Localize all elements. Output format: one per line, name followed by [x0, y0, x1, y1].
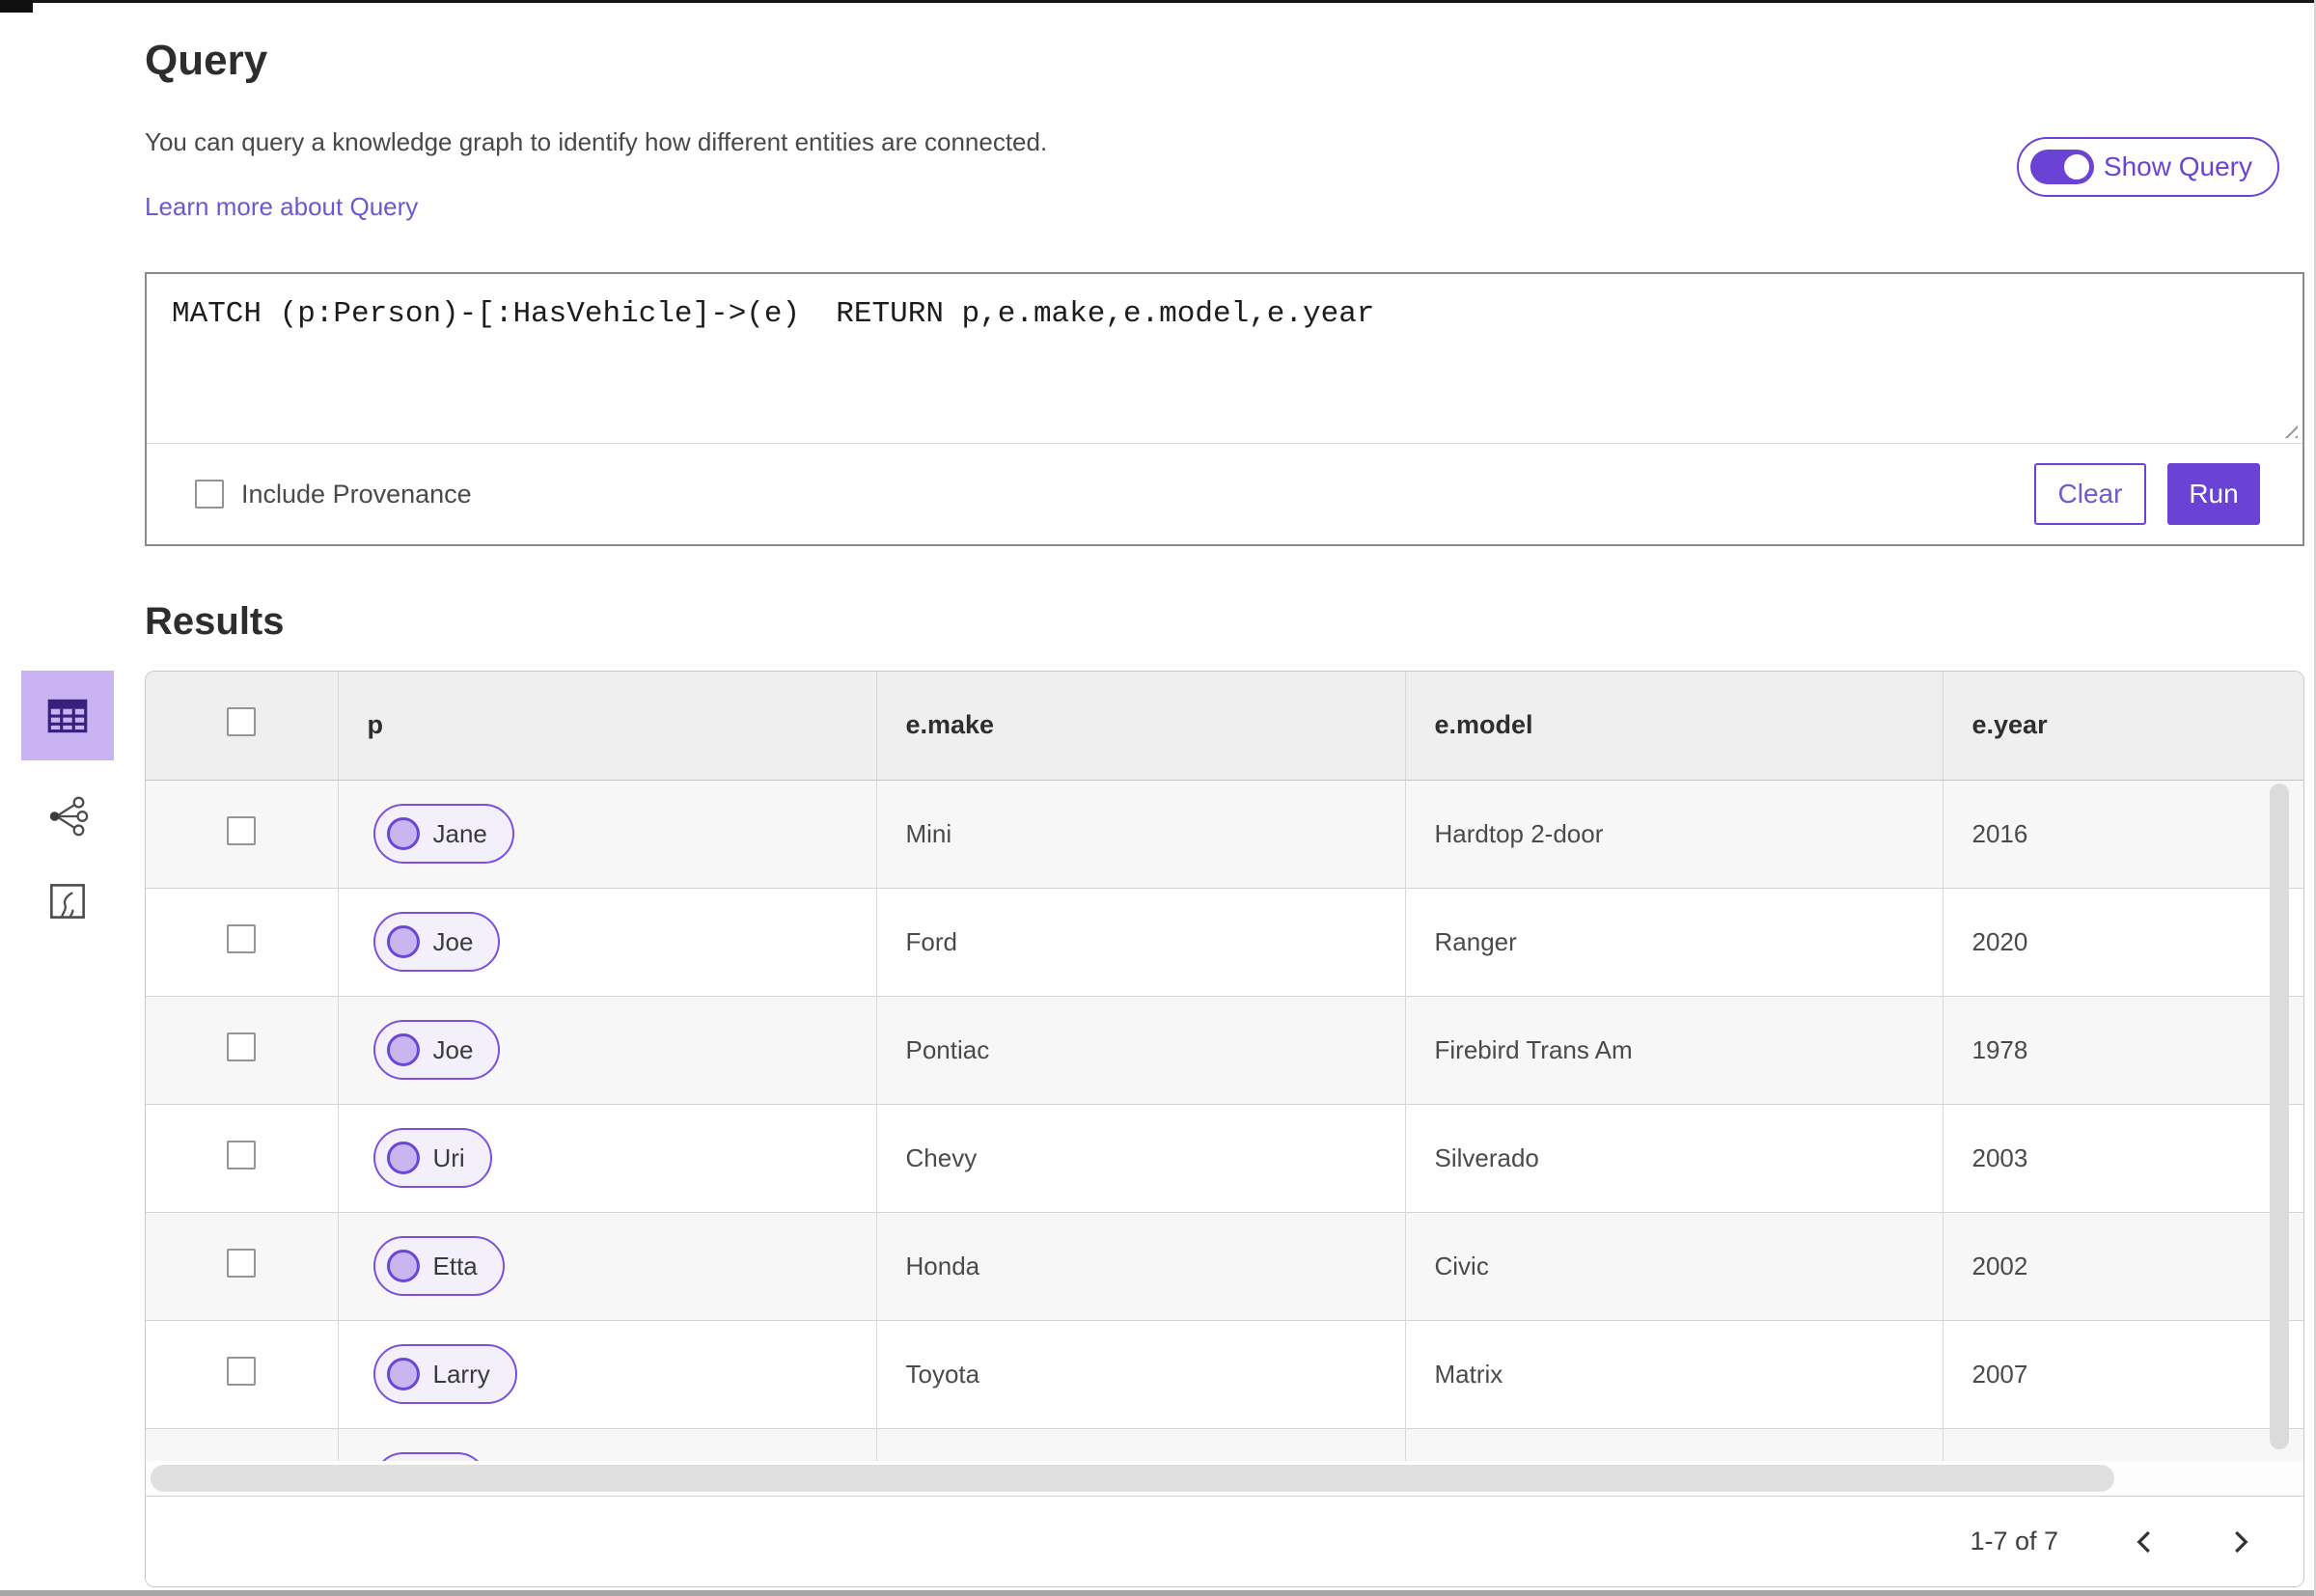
table-cell: Toyota [876, 1320, 1406, 1428]
table-row: Larry Toyota Matrix 2007 [146, 1320, 2303, 1428]
node-circle-icon [386, 817, 420, 850]
window-corner-mark [0, 0, 33, 13]
link-chart-view-button[interactable] [21, 787, 114, 845]
table-cell: Ranger [1405, 888, 1944, 996]
table-cell: 2020 [1971, 926, 2028, 956]
table-cell: Firebird Trans Am [1405, 996, 1944, 1104]
page-description: You can query a knowledge graph to ident… [145, 127, 1048, 156]
query-input[interactable]: MATCH (p:Person)-[:HasVehicle]->(e) RETU… [147, 274, 2302, 443]
table-cell: Chevy [876, 1104, 1406, 1212]
table-cell: 2016 [1971, 818, 2028, 848]
results-table: p e.make e.model e.year Jane Mini Hardtop 2-d… [146, 672, 2303, 1461]
table-cell: Hardtop 2-door [1405, 780, 1944, 888]
select-all-header [146, 672, 339, 781]
person-name: Jane [432, 818, 487, 848]
column-header-e.year: e.year [1943, 672, 2303, 781]
person-name: Joe [432, 926, 474, 956]
person-name: Joe [432, 1034, 474, 1064]
node-circle-icon [386, 1142, 420, 1174]
results-table-container: p e.make e.model e.year Jane Mini Hardtop 2-d… [145, 671, 2304, 1587]
toggle-knob [2060, 151, 2092, 182]
query-editor: MATCH (p:Person)-[:HasVehicle]->(e) RETU… [147, 274, 2302, 444]
map-icon [50, 884, 85, 919]
chevron-right-icon [2235, 1530, 2248, 1553]
next-page-button[interactable] [2219, 1521, 2261, 1563]
table-row: Joe Ford Ranger 2020 [146, 888, 2303, 996]
table-body: Jane Mini Hardtop 2-door 2016 Joe Ford Ranger 2… [146, 780, 2303, 1461]
row-checkbox[interactable] [227, 815, 257, 845]
table-scroll-area: p e.make e.model e.year Jane Mini Hardtop 2-d… [146, 672, 2303, 1461]
person-node-chip[interactable]: Joe [372, 912, 501, 972]
table-cell: Civic [1405, 1212, 1944, 1320]
table-cell: Mini [876, 780, 1406, 888]
horizontal-scrollbar[interactable] [151, 1465, 2114, 1492]
query-panel: MATCH (p:Person)-[:HasVehicle]->(e) RETU… [145, 272, 2304, 546]
person-node-chip[interactable]: Larry [372, 1344, 517, 1404]
person-node-chip[interactable]: Uri [372, 1128, 492, 1188]
table-row: Etta Honda Civic 2002 [146, 1212, 2303, 1320]
pagination-range: 1-7 of 7 [1970, 1527, 2058, 1555]
table-row [146, 1428, 2303, 1461]
pagination-bar: 1-7 of 7 [146, 1496, 2303, 1586]
table-icon [47, 699, 88, 732]
show-query-label: Show Query [2103, 151, 2252, 181]
table-cell [876, 1428, 1406, 1461]
view-switcher [21, 671, 114, 930]
run-button[interactable]: Run [2167, 463, 2260, 525]
person-name: Larry [432, 1359, 490, 1389]
window-top-border [0, 0, 2316, 3]
window-bottom-border [0, 1590, 2316, 1596]
table-cell: 2003 [1971, 1142, 2028, 1172]
column-header-p: p [338, 672, 877, 781]
table-cell [1943, 1428, 2303, 1461]
node-circle-icon [386, 1358, 420, 1390]
node-circle-icon [386, 1250, 420, 1282]
row-checkbox[interactable] [227, 1032, 257, 1061]
toggle-switch-icon[interactable] [2029, 150, 2094, 184]
table-cell: 2002 [1971, 1251, 2028, 1280]
row-checkbox[interactable] [227, 1140, 257, 1169]
column-header-e.model: e.model [1405, 672, 1944, 781]
column-header-e.make: e.make [876, 672, 1406, 781]
person-node-chip[interactable]: Jane [372, 804, 514, 864]
previous-page-button[interactable] [2124, 1521, 2166, 1563]
person-node-chip[interactable] [372, 1452, 487, 1461]
page-title: Query [145, 37, 268, 84]
clear-button[interactable]: Clear [2034, 463, 2146, 525]
table-cell: Honda [876, 1212, 1406, 1320]
include-provenance-label: Include Provenance [241, 479, 472, 509]
row-checkbox[interactable] [227, 1356, 257, 1386]
chevron-left-icon [2137, 1530, 2150, 1553]
row-checkbox[interactable] [227, 923, 257, 953]
table-row: Uri Chevy Silverado 2003 [146, 1104, 2303, 1212]
table-cell [1405, 1428, 1944, 1461]
include-provenance-checkbox[interactable] [195, 480, 224, 509]
person-node-chip[interactable]: Joe [372, 1020, 501, 1080]
table-cell: Matrix [1405, 1320, 1944, 1428]
link-chart-icon [49, 796, 89, 837]
query-footer: Include Provenance Clear Run [147, 444, 2302, 544]
table-cell: 2007 [1971, 1359, 2028, 1389]
horizontal-scrollbar-track [146, 1461, 2303, 1496]
table-cell: Silverado [1405, 1104, 1944, 1212]
table-view-button[interactable] [21, 671, 114, 760]
node-circle-icon [386, 1033, 420, 1066]
learn-more-link[interactable]: Learn more about Query [145, 192, 418, 222]
select-all-checkbox[interactable] [227, 707, 257, 737]
row-checkbox[interactable] [227, 1248, 257, 1278]
vertical-scrollbar[interactable] [2270, 784, 2289, 1449]
table-cell: Pontiac [876, 996, 1406, 1104]
node-circle-icon [386, 925, 420, 958]
person-name: Uri [432, 1142, 465, 1172]
table-row: Jane Mini Hardtop 2-door 2016 [146, 780, 2303, 888]
results-title: Results [145, 600, 285, 643]
map-view-button[interactable] [21, 872, 114, 930]
table-row: Joe Pontiac Firebird Trans Am 1978 [146, 996, 2303, 1104]
person-node-chip[interactable]: Etta [372, 1236, 505, 1296]
table-header-row: p e.make e.model e.year [146, 672, 2303, 781]
show-query-toggle[interactable]: Show Query [2016, 137, 2279, 197]
table-cell: Ford [876, 888, 1406, 996]
table-cell: 1978 [1971, 1034, 2028, 1064]
person-name: Etta [432, 1251, 478, 1280]
